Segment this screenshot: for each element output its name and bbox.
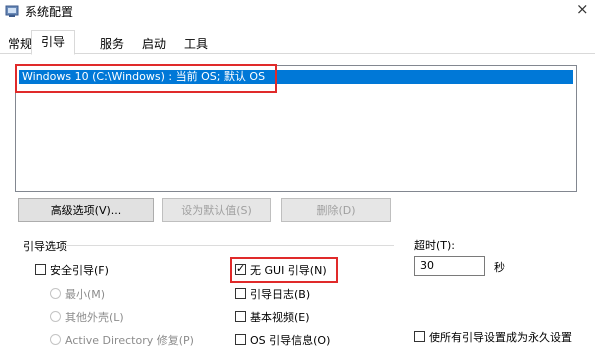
boot-options-group-label: 引导选项 (23, 240, 67, 253)
base-video-label: 基本视频(E) (250, 311, 310, 324)
tab-bar-divider (0, 53, 595, 54)
tab-tools[interactable]: 工具 (182, 36, 210, 52)
tab-general[interactable]: 常规 (6, 36, 34, 52)
base-video-checkbox[interactable] (235, 311, 246, 322)
tab-services[interactable]: 服务 (98, 36, 126, 52)
os-boot-info-checkbox[interactable] (235, 334, 246, 345)
alternate-shell-radio[interactable] (50, 311, 61, 322)
timeout-label: 超时(T): (414, 239, 456, 252)
safe-boot-checkbox[interactable] (35, 264, 46, 275)
window-title: 系统配置 (25, 5, 74, 19)
delete-button[interactable]: 删除(D) (281, 198, 391, 222)
alternate-shell-label: 其他外壳(L) (65, 311, 124, 324)
timeout-input[interactable]: 30 (414, 256, 485, 276)
active-directory-label: Active Directory 修复(P) (65, 334, 194, 347)
boot-log-label: 引导日志(B) (250, 288, 311, 301)
minimal-radio[interactable] (50, 288, 61, 299)
make-permanent-label: 使所有引导设置成为永久设置 (429, 331, 572, 344)
group-divider (64, 245, 394, 246)
boot-log-checkbox[interactable] (235, 288, 246, 299)
advanced-options-button[interactable]: 高级选项(V)... (18, 198, 154, 222)
app-icon (5, 5, 19, 17)
os-item-highlight-box (15, 64, 277, 93)
tab-startup[interactable]: 启动 (140, 36, 168, 52)
os-boot-info-label: OS 引导信息(O) (250, 334, 331, 347)
title-bar (0, 0, 595, 30)
close-icon[interactable]: × (576, 0, 589, 18)
minimal-label: 最小(M) (65, 288, 106, 301)
safe-boot-label: 安全引导(F) (50, 264, 109, 277)
tab-boot[interactable]: 引导 (31, 30, 76, 55)
active-directory-radio[interactable] (50, 334, 61, 345)
timeout-unit: 秒 (494, 261, 505, 274)
no-gui-highlight-box (230, 257, 338, 283)
set-default-button[interactable]: 设为默认值(S) (162, 198, 271, 222)
make-permanent-checkbox[interactable] (414, 331, 425, 342)
